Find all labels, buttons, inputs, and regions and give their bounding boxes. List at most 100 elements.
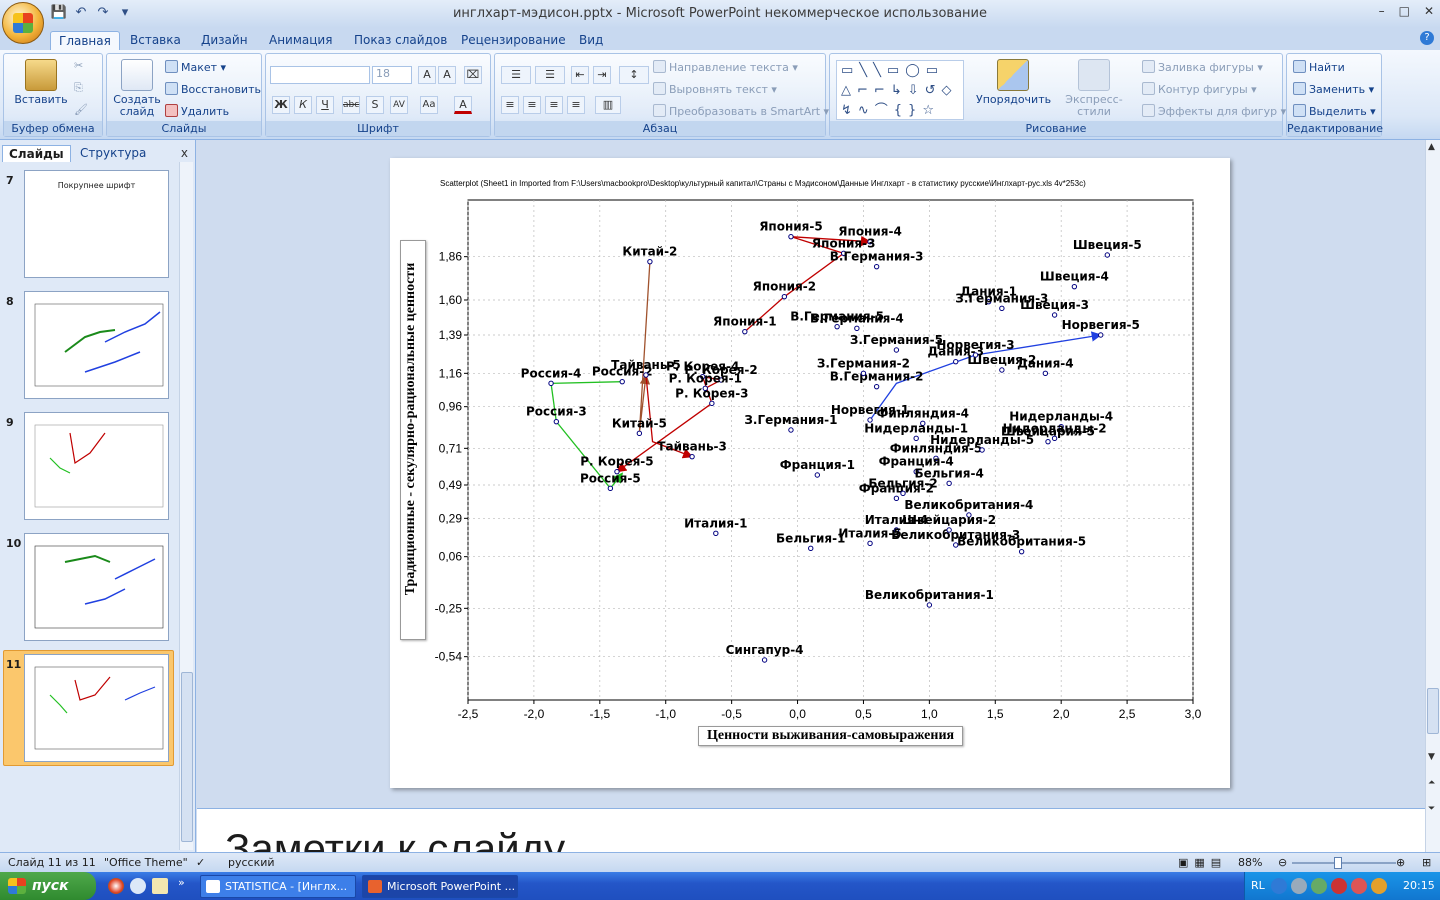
office-button[interactable] <box>2 2 44 44</box>
data-point <box>1045 438 1051 445</box>
taskbar-powerpoint[interactable]: Microsoft PowerPoint ... <box>362 875 518 898</box>
underline-button[interactable]: Ч <box>316 96 334 114</box>
font-name-field[interactable] <box>270 66 370 84</box>
scroll-down-icon[interactable]: ▼ <box>1428 752 1435 762</box>
line-spacing-button[interactable]: ↕ <box>619 66 649 84</box>
bullets-button[interactable]: ☰ <box>501 66 531 84</box>
decrease-indent-button[interactable]: ⇤ <box>571 66 589 84</box>
font-color-button[interactable]: A <box>454 96 472 114</box>
italic-button[interactable]: К <box>294 96 312 114</box>
editor-scrollbar[interactable]: ▲ ▼ ⏶ ⏷ <box>1425 140 1440 852</box>
smartart-button[interactable]: Преобразовать в SmartArt ▾ <box>653 104 829 118</box>
taskbar-statistica[interactable]: STATISTICA - [Инглх... <box>200 875 356 898</box>
cut-icon[interactable]: ✂ <box>74 59 83 72</box>
shadow-button[interactable]: S <box>366 96 384 114</box>
panel-scrollbar[interactable] <box>179 162 193 850</box>
chrome-icon[interactable] <box>108 878 124 894</box>
tray-icon[interactable] <box>1271 878 1287 894</box>
zoom-out-icon[interactable]: ⊖ <box>1278 856 1287 869</box>
quick-styles-button[interactable]: Экспресс-стили <box>1052 59 1136 118</box>
shape-effects-button[interactable]: Эффекты для фигур ▾ <box>1142 104 1286 118</box>
tab-slides[interactable]: Слайды <box>2 145 71 162</box>
delete-slide-button[interactable]: Удалить <box>165 104 229 118</box>
clear-format-button[interactable]: ⌧ <box>464 66 482 84</box>
minimize-button[interactable]: – <box>1379 4 1385 18</box>
numbering-button[interactable]: ☰ <box>535 66 565 84</box>
tray-icon[interactable] <box>1311 878 1327 894</box>
tab-view[interactable]: Вид <box>571 31 611 49</box>
view-buttons[interactable]: ▣▦▤ <box>1178 856 1227 869</box>
increase-indent-button[interactable]: ⇥ <box>593 66 611 84</box>
tab-animation[interactable]: Анимация <box>261 31 340 49</box>
slide-thumbnail[interactable]: Покрупнее шрифт <box>24 170 169 278</box>
close-panel-icon[interactable]: x <box>181 146 188 160</box>
bold-button[interactable]: Ж <box>272 96 290 114</box>
zoom-in-icon[interactable]: ⊕ <box>1396 856 1405 869</box>
replace-button[interactable]: Заменить ▾ <box>1293 82 1374 96</box>
shape-fill-button[interactable]: Заливка фигуры ▾ <box>1142 60 1263 74</box>
select-button[interactable]: Выделить ▾ <box>1293 104 1376 118</box>
text-direction-button[interactable]: Направление текста ▾ <box>653 60 798 74</box>
columns-button[interactable]: ▥ <box>595 96 621 114</box>
shape-outline-button[interactable]: Контур фигуры ▾ <box>1142 82 1257 96</box>
notes-pane[interactable]: Заметки к слайду <box>197 808 1425 852</box>
align-text-icon <box>653 82 666 95</box>
shapes-gallery[interactable]: ▭╲╲▭◯▭ △⌐⌐↳⇩↺◇ ↯∿⌒{}☆ <box>836 60 964 120</box>
tab-outline[interactable]: Структура <box>74 145 152 162</box>
justify-button[interactable]: ≡ <box>567 96 585 114</box>
format-painter-icon[interactable]: 🖌 <box>74 103 88 116</box>
spacing-button[interactable]: AV <box>390 96 408 114</box>
strike-button[interactable]: abc <box>342 96 360 114</box>
tray-icon[interactable] <box>1351 878 1367 894</box>
paste-button[interactable]: Вставить <box>14 59 68 106</box>
tab-home[interactable]: Главная <box>50 31 120 52</box>
zoom-slider[interactable] <box>1292 857 1396 869</box>
scroll-thumb[interactable] <box>1427 688 1439 734</box>
zoom-level[interactable]: 88% <box>1238 856 1262 869</box>
shrink-font-button[interactable]: A <box>438 66 456 84</box>
spellcheck-icon[interactable]: ✓ <box>196 856 205 869</box>
next-slide-icon[interactable]: ⏷ <box>1428 804 1435 814</box>
language-indicator[interactable]: RL <box>1251 879 1265 892</box>
align-text-button[interactable]: Выровнять текст ▾ <box>653 82 777 96</box>
maximize-button[interactable]: □ <box>1399 4 1410 18</box>
more-icon[interactable]: » <box>178 876 185 889</box>
prev-slide-icon[interactable]: ⏶ <box>1428 778 1435 788</box>
font-size-field[interactable]: 18 <box>372 66 412 84</box>
grow-font-button[interactable]: A <box>418 66 436 84</box>
find-button[interactable]: Найти <box>1293 60 1345 74</box>
help-icon[interactable]: ? <box>1420 31 1434 45</box>
language[interactable]: русский <box>228 856 275 869</box>
scroll-thumb[interactable] <box>181 672 193 842</box>
tab-design[interactable]: Дизайн <box>193 31 256 49</box>
tray-icon[interactable] <box>1371 878 1387 894</box>
scroll-up-icon[interactable]: ▲ <box>1428 142 1435 152</box>
reset-button[interactable]: Восстановить <box>165 82 261 96</box>
slide-thumbnail[interactable] <box>24 533 169 641</box>
align-left-button[interactable]: ≡ <box>501 96 519 114</box>
close-button[interactable]: ✕ <box>1424 4 1434 18</box>
tab-slideshow[interactable]: Показ слайдов <box>346 31 455 49</box>
slide-thumbnail[interactable] <box>24 412 169 520</box>
data-point <box>893 347 900 353</box>
copy-icon[interactable]: ⎘ <box>74 81 83 95</box>
fit-slide-icon[interactable]: ⊞ <box>1422 856 1431 869</box>
notepad-icon[interactable] <box>152 878 168 894</box>
arrange-button[interactable]: Упорядочить <box>976 59 1051 106</box>
slide-thumbnail[interactable] <box>24 654 169 762</box>
data-point <box>1051 312 1058 318</box>
layout-button[interactable]: Макет ▾ <box>165 60 226 74</box>
tab-review[interactable]: Рецензирование <box>453 31 574 49</box>
tray-icon[interactable] <box>1331 878 1347 894</box>
change-case-button[interactable]: Aa <box>420 96 438 114</box>
start-button[interactable]: пуск <box>0 872 96 900</box>
new-slide-button[interactable]: Создать слайд <box>111 59 163 118</box>
ie-icon[interactable] <box>130 878 146 894</box>
tray-icon[interactable] <box>1291 878 1307 894</box>
tab-insert[interactable]: Вставка <box>122 31 189 49</box>
zoom-slider-knob[interactable] <box>1334 857 1342 869</box>
slide-thumbnail[interactable] <box>24 291 169 399</box>
slide-canvas[interactable]: Scatterplot (Sheet1 in Imported from F:\… <box>390 158 1230 788</box>
align-center-button[interactable]: ≡ <box>523 96 541 114</box>
align-right-button[interactable]: ≡ <box>545 96 563 114</box>
